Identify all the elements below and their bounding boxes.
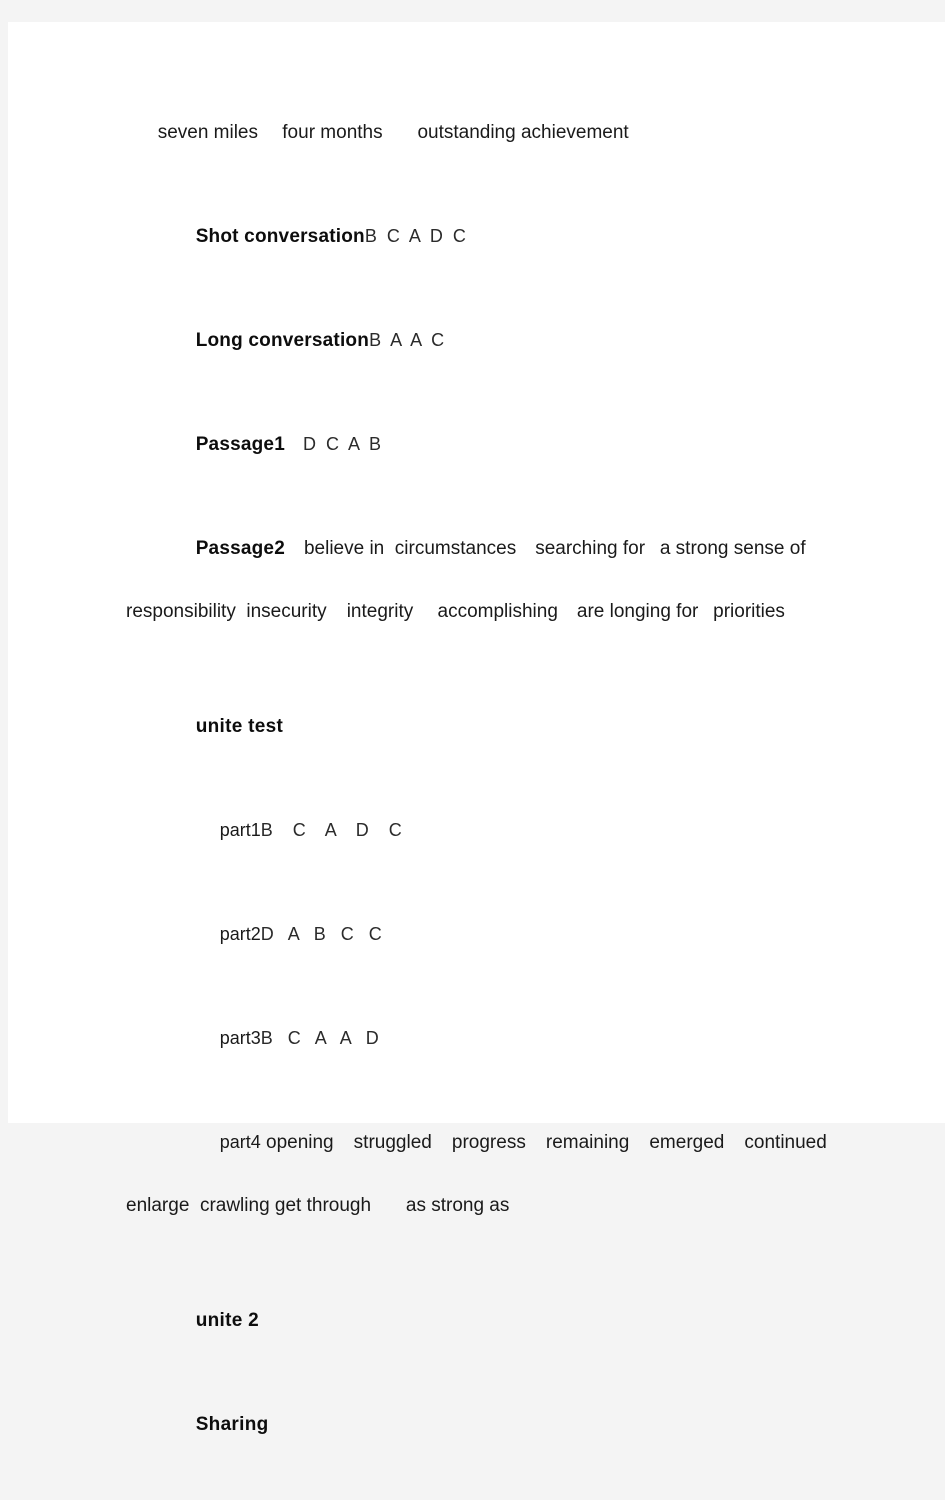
unit2-heading-text: unite 2: [195, 1310, 260, 1331]
sharing-heading-text: Sharing: [195, 1414, 269, 1435]
part1-label: part1: [219, 820, 261, 840]
long-conversation-answers: B A A C: [369, 330, 445, 350]
passage2-words-line2: responsibility insecurity integrity acco…: [126, 601, 785, 622]
unit2-heading: unite 2: [126, 1292, 926, 1349]
passage2-label: Passage2: [195, 538, 285, 559]
part4-words-line2: enlarge crawling get through as strong a…: [126, 1195, 510, 1216]
document-page: seven miles four months outstanding achi…: [8, 22, 945, 1434]
short-conversation-row: Shot conversationB C A D C: [126, 208, 926, 265]
unit-test-heading: unite test: [126, 698, 926, 755]
document-body: seven miles four months outstanding achi…: [126, 104, 926, 1500]
part1-row: part1B C A D C: [126, 802, 926, 859]
short-conversation-answers: B C A D C: [364, 226, 466, 246]
passage2-row: Passage2 believe in circumstances search…: [126, 520, 926, 659]
passage1-answers: D C A B: [284, 434, 381, 454]
long-conversation-row: Long conversationB A A C: [126, 312, 926, 369]
phrase-line-text: seven miles four months outstanding achi…: [157, 122, 629, 143]
passage1-row: Passage1 D C A B: [126, 416, 926, 473]
part2-answers: D A B C C: [260, 924, 382, 944]
part3-answers: B C A A D: [260, 1028, 379, 1048]
part1-answers: B C A D C: [260, 820, 402, 840]
part4-words-line1: opening struggled progress remaining eme…: [260, 1132, 827, 1153]
part3-label: part3: [219, 1028, 261, 1048]
part4-row: part4 opening struggled progress remaini…: [126, 1114, 926, 1253]
unit-test-heading-text: unite test: [195, 716, 284, 737]
passage2-words-line1: believe in circumstances searching for a…: [284, 538, 806, 559]
long-conversation-label: Long conversation: [195, 330, 370, 351]
part2-label: part2: [219, 924, 261, 944]
phrase-line: seven miles four months outstanding achi…: [126, 104, 926, 161]
part4-label: part4: [219, 1132, 261, 1152]
passage1-label: Passage1: [195, 434, 285, 455]
part2-row: part2D A B C C: [126, 906, 926, 963]
part3-row: part3B C A A D: [126, 1010, 926, 1067]
short-conversation-label: Shot conversation: [195, 226, 365, 247]
sharing-heading: Sharing: [126, 1396, 926, 1453]
